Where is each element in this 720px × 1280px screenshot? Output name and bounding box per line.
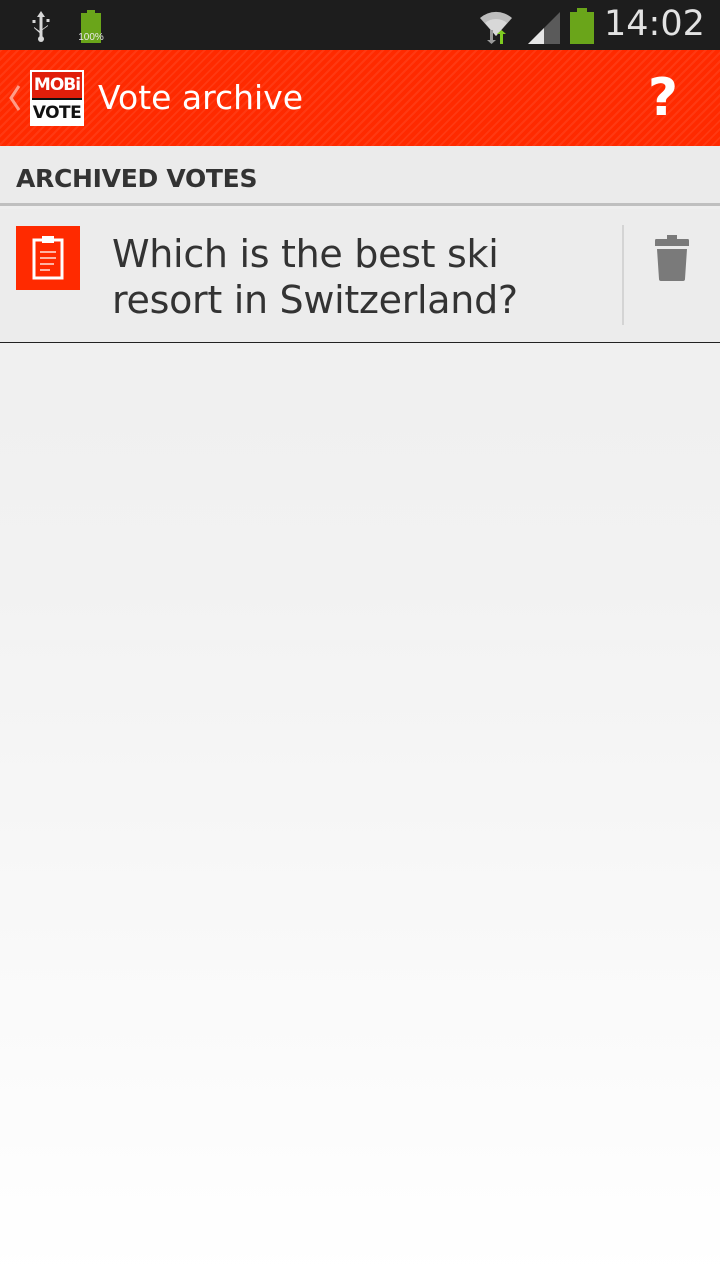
section-header: ARCHIVED VOTES (0, 146, 720, 206)
clipboard-icon (16, 226, 80, 290)
chevron-left-icon[interactable] (8, 84, 22, 112)
vote-question: Which is the best ski resort in Switzerl… (112, 232, 518, 322)
usb-icon (32, 11, 50, 42)
battery-percent-label: 100% (78, 32, 104, 43)
list-item[interactable]: Which is the best ski resort in Switzerl… (0, 209, 720, 343)
logo-top-text: MOBi (32, 72, 82, 98)
app-logo[interactable]: MOBi VOTE (30, 70, 84, 126)
status-bar: 100% 14:02 (0, 0, 720, 50)
help-button[interactable]: ? (628, 68, 698, 128)
delete-button[interactable] (640, 225, 704, 289)
divider (622, 225, 624, 325)
trash-icon (655, 235, 689, 281)
clock: 14:02 (604, 4, 705, 44)
logo-bottom-text: VOTE (32, 98, 82, 124)
wifi-icon (480, 11, 512, 44)
page-title: Vote archive (98, 78, 304, 117)
battery-icon (570, 8, 594, 44)
section-header-label: ARCHIVED VOTES (16, 164, 258, 193)
signal-icon (528, 12, 560, 44)
action-bar: MOBi VOTE Vote archive ? (0, 50, 720, 146)
